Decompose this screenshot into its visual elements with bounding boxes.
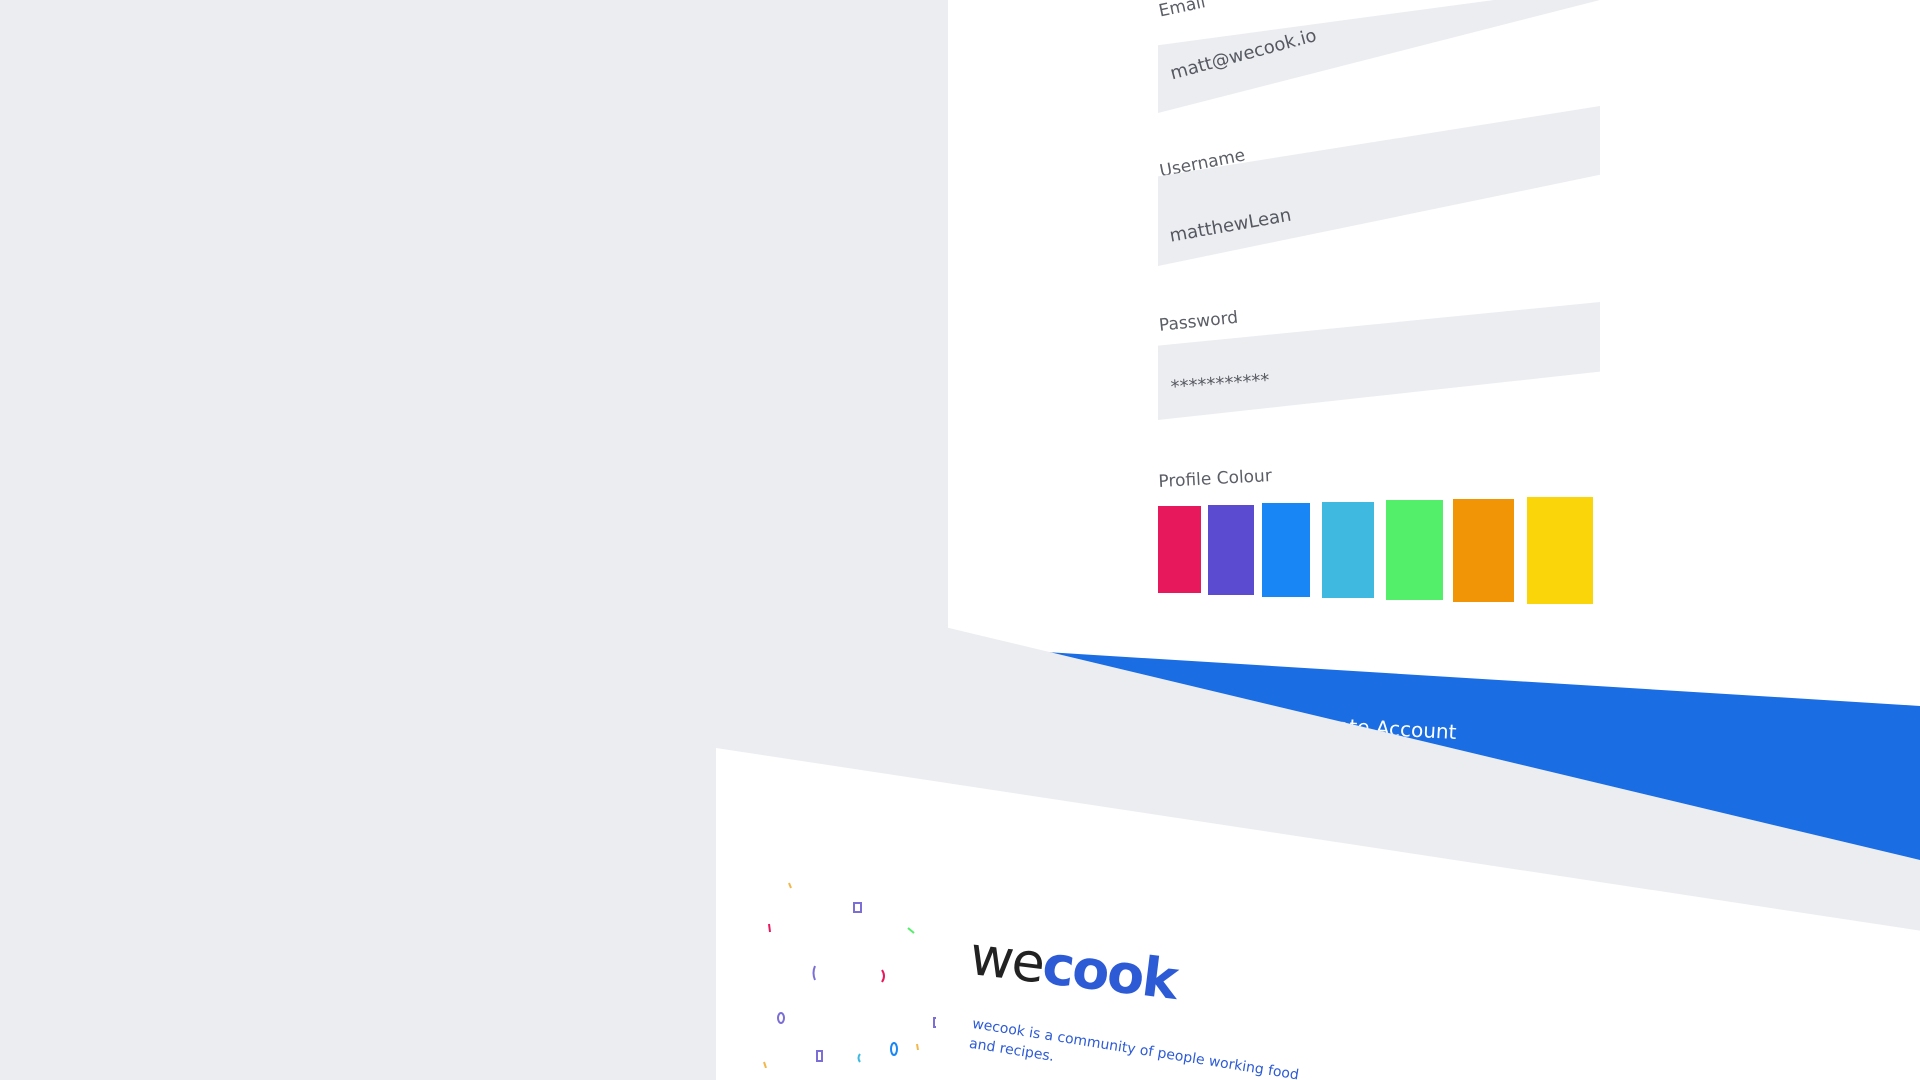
profile-colour-label: Profile Colour <box>1158 466 1273 492</box>
signup-form: Email matt@wecook.io Username matthewLea… <box>948 0 1920 860</box>
email-label: Email <box>1157 0 1208 22</box>
confetti-decoration <box>736 808 936 1068</box>
username-field[interactable] <box>1158 106 1600 266</box>
colour-swatch-orange[interactable] <box>1453 499 1514 602</box>
tagline: wecook is a community of people working … <box>968 1015 1300 1080</box>
colour-swatch-cyan[interactable] <box>1322 502 1374 598</box>
colour-swatch-yellow[interactable] <box>1527 497 1593 604</box>
colour-swatch-pink[interactable] <box>1158 506 1201 593</box>
colour-swatch-purple[interactable] <box>1208 505 1254 595</box>
logo-we-text: we <box>966 924 1047 996</box>
password-label: Password <box>1158 307 1240 336</box>
colour-swatch-blue[interactable] <box>1262 503 1310 597</box>
wecook-logo: wecook <box>966 924 1180 1012</box>
logo-cook-text: cook <box>1039 932 1180 1012</box>
create-account-label: Create Account <box>1302 711 1458 745</box>
colour-swatch-green[interactable] <box>1386 500 1443 600</box>
app-screen: wecook wecook is a community of people w… <box>0 0 1920 1080</box>
